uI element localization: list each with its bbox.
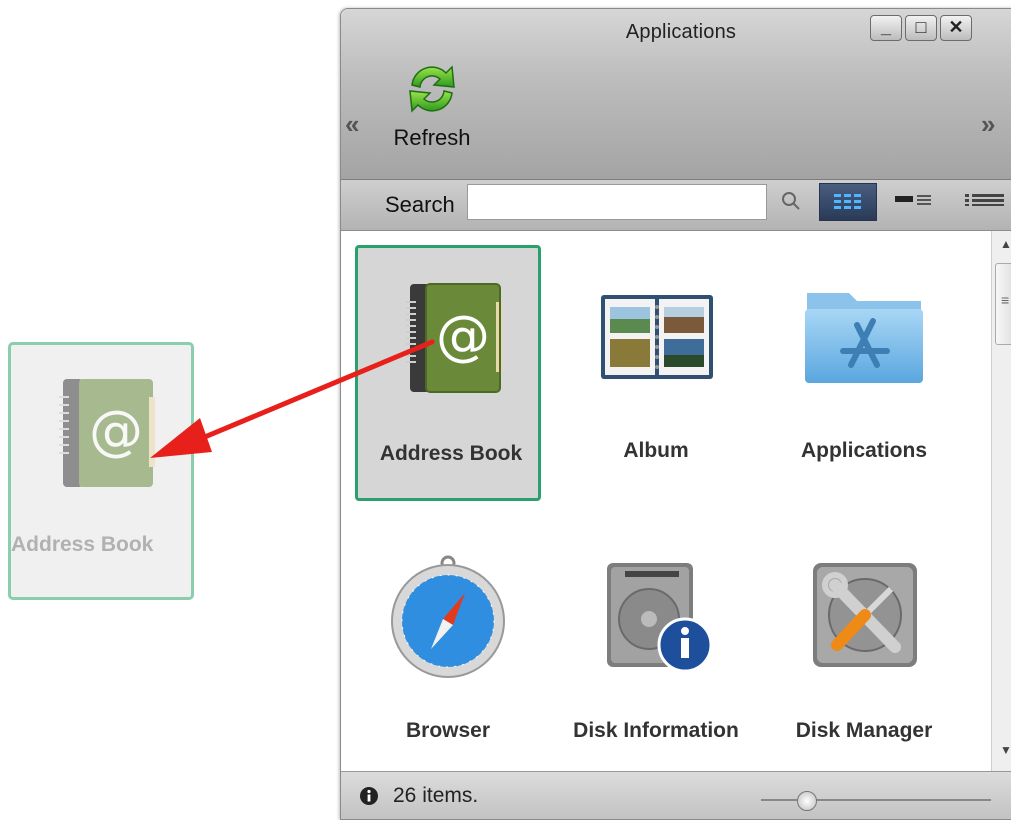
app-item-applications[interactable]: Applications	[771, 245, 957, 501]
app-label: Disk Information	[573, 719, 739, 742]
item-count: 26 items.	[393, 784, 479, 807]
status-bar: 26 items.	[341, 771, 1011, 819]
app-item-address-book[interactable]: @ Address Book	[355, 245, 541, 501]
zoom-slider-knob[interactable]	[797, 791, 817, 811]
applications-window: Applications _ □ ✕ « » Refresh Search @ …	[340, 8, 1011, 820]
grid-view-icon	[834, 194, 861, 209]
search-input[interactable]	[467, 184, 767, 220]
scroll-up-arrow-icon[interactable]: ▲	[1000, 237, 1011, 251]
close-button[interactable]: ✕	[940, 15, 972, 41]
toolbar-next-button[interactable]: »	[981, 109, 995, 140]
drag-ghost-label: Address Book	[11, 533, 154, 556]
applications-folder-icon	[805, 293, 923, 383]
refresh-icon	[409, 65, 455, 113]
compass-icon	[391, 555, 505, 678]
app-label: Album	[623, 439, 689, 462]
minimize-button[interactable]: _	[870, 15, 902, 41]
list-view-icon[interactable]	[963, 190, 1007, 210]
toolbar-prev-button[interactable]: «	[345, 109, 359, 140]
app-label: Disk Manager	[795, 719, 933, 742]
app-label: Applications	[800, 439, 927, 462]
window-titlebar[interactable]: Applications _ □ ✕ « » Refresh	[341, 9, 1011, 180]
app-item-browser[interactable]: Browser	[355, 525, 541, 781]
svg-text:@: @	[436, 304, 490, 367]
app-item-disk-information[interactable]: Disk Information	[563, 525, 749, 781]
refresh-button[interactable]: Refresh	[387, 61, 477, 171]
address-book-icon: @	[406, 283, 502, 393]
app-item-disk-manager[interactable]: Disk Manager	[771, 525, 957, 781]
disk-information-icon	[607, 563, 713, 673]
app-item-album[interactable]: Album	[563, 245, 749, 501]
album-icon	[601, 295, 713, 379]
search-bar: Search	[341, 180, 1011, 231]
vertical-scrollbar[interactable]: ▲ ≡ ▼	[991, 231, 1011, 771]
address-book-icon: @	[59, 379, 155, 487]
scroll-down-arrow-icon[interactable]: ▼	[1000, 743, 1011, 757]
info-icon	[360, 787, 378, 805]
app-label: Address Book	[379, 442, 523, 465]
scroll-thumb[interactable]: ≡	[995, 263, 1011, 345]
disk-manager-icon	[813, 563, 917, 667]
applications-grid: @ Address Book Album Applications Browse…	[341, 231, 991, 771]
refresh-label: Refresh	[393, 125, 471, 150]
search-label: Search	[385, 192, 455, 217]
grip-icon: ≡	[1001, 292, 1010, 308]
app-label: Browser	[405, 719, 491, 742]
zoom-slider[interactable]	[761, 799, 991, 801]
grid-view-button[interactable]	[819, 183, 877, 221]
detail-view-icon[interactable]	[893, 190, 937, 210]
maximize-button[interactable]: □	[905, 15, 937, 41]
drag-ghost-address-book: @ Address Book	[8, 342, 194, 600]
svg-text:@: @	[89, 399, 143, 462]
search-icon[interactable]	[781, 191, 801, 211]
